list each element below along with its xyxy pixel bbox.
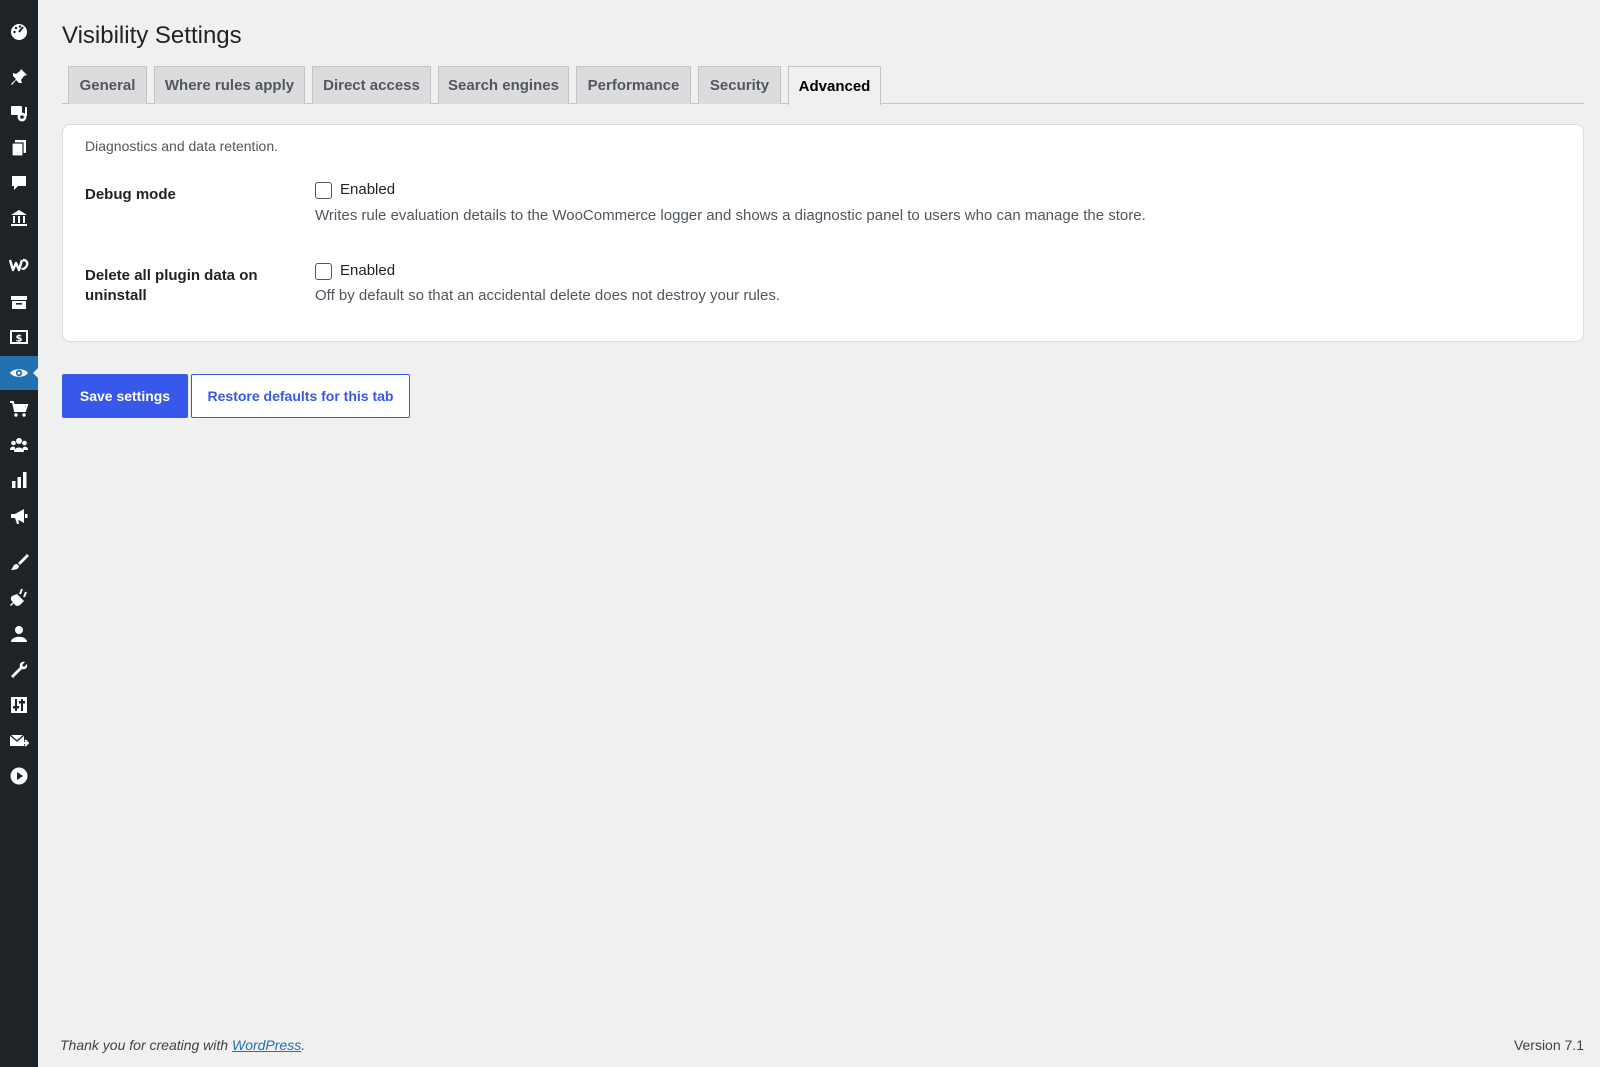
groups-icon[interactable] <box>0 428 38 462</box>
tab-search-engines[interactable]: Search engines <box>438 66 569 104</box>
section-description: Diagnostics and data retention. <box>85 138 279 154</box>
debug-mode-checkbox[interactable] <box>315 182 332 199</box>
chart-icon[interactable] <box>0 463 38 497</box>
dashboard-icon[interactable] <box>0 14 38 48</box>
wordpress-link[interactable]: WordPress <box>232 1037 301 1053</box>
restore-defaults-button[interactable]: Restore defaults for this tab <box>191 374 410 418</box>
video-icon[interactable] <box>0 759 38 793</box>
admin-sidebar: $ <box>0 0 39 1067</box>
page-title: Visibility Settings <box>62 22 242 49</box>
debug-mode-label: Debug mode <box>85 186 176 203</box>
tab-security[interactable]: Security <box>698 66 781 104</box>
debug-mode-help: Writes rule evaluation details to the Wo… <box>315 207 1146 224</box>
svg-text:$: $ <box>16 334 23 345</box>
money-icon[interactable]: $ <box>0 320 38 354</box>
pin-icon[interactable] <box>0 60 38 94</box>
media-icon[interactable] <box>0 96 38 130</box>
delete-data-help: Off by default so that an accidental del… <box>315 287 781 304</box>
footer-version: Version 7.1 <box>1513 1037 1584 1053</box>
bank-icon[interactable] <box>0 201 38 235</box>
tab-performance[interactable]: Performance <box>576 66 691 104</box>
settings-tabs: General Where rules apply Direct access … <box>62 66 1584 105</box>
advanced-settings-panel: Diagnostics and data retention. Debug mo… <box>62 124 1584 342</box>
save-settings-button[interactable]: Save settings <box>62 374 188 418</box>
archive-icon[interactable] <box>0 285 38 319</box>
cart-icon[interactable] <box>0 392 38 426</box>
brush-icon[interactable] <box>0 545 38 579</box>
main-content: Visibility Settings General Where rules … <box>38 0 1600 1067</box>
mail-icon[interactable] <box>0 724 38 758</box>
footer-thanks-prefix: Thank you for creating with <box>60 1037 232 1053</box>
tools-icon[interactable] <box>0 653 38 687</box>
tab-direct-access[interactable]: Direct access <box>312 66 431 104</box>
comments-icon[interactable] <box>0 166 38 200</box>
delete-data-checkbox-label[interactable]: Enabled <box>340 261 395 281</box>
footer-thanks: Thank you for creating with WordPress. <box>60 1037 305 1053</box>
settings-icon[interactable] <box>0 688 38 722</box>
pages-icon[interactable] <box>0 131 38 165</box>
plugins-icon[interactable] <box>0 581 38 615</box>
debug-mode-checkbox-label[interactable]: Enabled <box>340 180 395 200</box>
delete-data-checkbox[interactable] <box>315 263 332 280</box>
tab-where-rules-apply[interactable]: Where rules apply <box>154 66 305 104</box>
users-icon[interactable] <box>0 617 38 651</box>
footer-thanks-suffix: . <box>301 1037 306 1053</box>
woocommerce-icon[interactable] <box>0 248 38 282</box>
delete-data-label: Delete all plugin data on uninstall <box>85 267 258 304</box>
megaphone-icon[interactable] <box>0 499 38 533</box>
tab-general[interactable]: General <box>68 66 147 104</box>
visibility-icon[interactable] <box>0 356 39 390</box>
tab-advanced[interactable]: Advanced <box>788 66 881 105</box>
